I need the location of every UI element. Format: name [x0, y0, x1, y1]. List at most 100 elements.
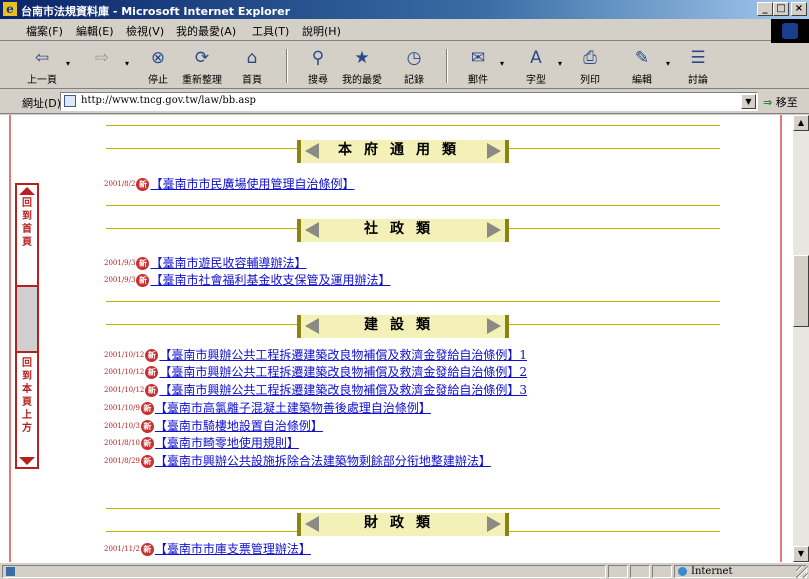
new-badge-icon: 新	[136, 177, 150, 191]
go-button[interactable]: ⇒ 移至	[763, 94, 798, 110]
stop-button[interactable]: ⊗ 停止	[136, 46, 180, 86]
print-button[interactable]: ⎙ 列印	[568, 46, 612, 86]
entry-date: 2001/10/12	[104, 368, 145, 376]
forward-dropdown[interactable]: ▾	[125, 59, 129, 68]
menu-view[interactable]: 檢視(V)	[126, 23, 164, 39]
law-entry[interactable]: 2001/9/3 新【臺南市遊民收容輔導辦法】	[104, 256, 306, 272]
new-badge-icon: 新	[136, 256, 150, 270]
menu-tools[interactable]: 工具(T)	[252, 23, 289, 39]
refresh-icon: ⟳	[194, 48, 210, 68]
entry-date: 2001/8/2	[104, 180, 136, 188]
toolbar-separator	[446, 49, 448, 83]
history-label: 記錄	[404, 75, 424, 86]
edit-icon: ✎	[634, 48, 650, 68]
scroll-thumb[interactable]	[793, 255, 809, 327]
law-entry[interactable]: 2001/9/3 新【臺南市社會福利基金收支保管及運用辦法】	[104, 273, 390, 289]
law-link[interactable]: 【臺南市高氯離子混凝土建築物善後處理自治條例】	[155, 401, 431, 415]
law-entry[interactable]: 2001/10/9 新【臺南市高氯離子混凝土建築物善後處理自治條例】	[104, 401, 431, 417]
minimize-button[interactable]: _	[757, 2, 773, 16]
mail-dropdown[interactable]: ▾	[500, 59, 504, 68]
search-button[interactable]: ⚲ 搜尋	[296, 46, 340, 86]
law-entry[interactable]: 2001/8/29 新【臺南市興辦公共設施拆除合法建築物剩餘部分衔地整建辦法】	[104, 454, 491, 470]
new-badge-icon: 新	[145, 348, 159, 362]
law-link[interactable]: 【臺南市興辦公共工程拆遷建築改良物補償及救濟金發給自治條例】1	[159, 348, 527, 362]
section-rule-top	[106, 301, 720, 302]
law-entry[interactable]: 2001/10/3 新【臺南市騎樓地設置自治條例】	[104, 419, 323, 435]
vertical-scrollbar[interactable]: ▲ ▼	[793, 115, 809, 562]
favorites-button[interactable]: ★ 我的最愛	[340, 46, 384, 86]
section-banner: 財政類	[297, 513, 509, 536]
resize-grip[interactable]	[796, 566, 808, 578]
font-button[interactable]: A 字型	[514, 46, 558, 86]
right-arrow-icon	[487, 516, 501, 532]
favorites-icon: ★	[354, 48, 370, 68]
page-border-right	[780, 115, 782, 562]
back-dropdown[interactable]: ▾	[66, 59, 70, 68]
discuss-button[interactable]: ☰ 討論	[676, 46, 720, 86]
security-zone-pane: Internet	[674, 565, 807, 578]
mail-button[interactable]: ✉ 郵件	[456, 46, 500, 86]
printer-icon: ⎙	[583, 48, 597, 68]
home-label: 首頁	[242, 75, 262, 86]
law-entry[interactable]: 2001/8/10 新【臺南市畸零地使用規則】	[104, 436, 299, 452]
window-title: 台南市法規資料庫 - Microsoft Internet Explorer	[21, 5, 290, 18]
address-input[interactable]: http://www.tncg.gov.tw/law/bb.asp ▼	[60, 92, 758, 111]
entry-date: 2001/8/10	[104, 439, 140, 447]
section-banner: 建設類	[297, 315, 509, 338]
edit-button[interactable]: ✎ 編輯	[620, 46, 664, 86]
law-link[interactable]: 【臺南市畸零地使用規則】	[155, 436, 299, 450]
entry-date: 2001/10/12	[104, 386, 145, 394]
back-button[interactable]: ⇦ 上一頁	[20, 46, 64, 86]
law-entry[interactable]: 2001/11/2 新【臺南市市庫支票管理辦法】	[104, 542, 311, 558]
left-arrow-icon	[305, 222, 319, 238]
law-link[interactable]: 【臺南市騎樓地設置自治條例】	[155, 419, 323, 433]
refresh-button[interactable]: ⟳ 重新整理	[180, 46, 224, 86]
edit-label: 編輯	[632, 75, 652, 86]
zone-label: Internet	[691, 566, 733, 577]
left-arrow-icon	[305, 516, 319, 532]
history-icon: ◷	[406, 48, 422, 68]
home-button[interactable]: ⌂ 首頁	[230, 46, 274, 86]
menu-edit[interactable]: 編輯(E)	[76, 23, 114, 39]
back-to-top-button[interactable]: 回到本頁上方	[15, 351, 39, 469]
edit-dropdown[interactable]: ▾	[666, 59, 670, 68]
new-badge-icon: 新	[140, 542, 154, 556]
law-link[interactable]: 【臺南市興辦公共工程拆遷建築改良物補償及救濟金發給自治條例】2	[159, 365, 527, 379]
law-link[interactable]: 【臺南市興辦公共工程拆遷建築改良物補償及救濟金發給自治條例】3	[159, 383, 527, 397]
law-entry[interactable]: 2001/8/2 新【臺南市市民廣場使用管理自治條例】	[104, 177, 354, 193]
font-dropdown[interactable]: ▾	[558, 59, 562, 68]
law-entry[interactable]: 2001/10/12 新【臺南市興辦公共工程拆遷建築改良物補償及救濟金發給自治條例…	[104, 365, 527, 381]
law-link[interactable]: 【臺南市社會福利基金收支保管及運用辦法】	[150, 273, 390, 287]
history-button[interactable]: ◷ 記錄	[392, 46, 436, 86]
address-dropdown-button[interactable]: ▼	[741, 94, 756, 109]
scroll-up-button[interactable]: ▲	[793, 115, 809, 131]
section-title: 建設類	[364, 317, 442, 333]
right-arrow-icon	[487, 143, 501, 159]
back-label: 上一頁	[27, 75, 57, 86]
ie-throbber	[771, 19, 809, 43]
close-button[interactable]: ×	[791, 2, 807, 16]
address-bar: 網址(D) http://www.tncg.gov.tw/law/bb.asp …	[0, 90, 809, 114]
menu-help[interactable]: 說明(H)	[302, 23, 341, 39]
law-link[interactable]: 【臺南市市民廣場使用管理自治條例】	[150, 177, 354, 191]
back-to-home-button[interactable]: 回到首頁	[15, 183, 39, 287]
law-link[interactable]: 【臺南市興辦公共設施拆除合法建築物剩餘部分衔地整建辦法】	[155, 454, 491, 468]
windows-logo-icon	[782, 23, 798, 39]
law-link[interactable]: 【臺南市遊民收容輔導辦法】	[150, 256, 306, 270]
down-triangle-icon	[19, 457, 35, 465]
scroll-down-button[interactable]: ▼	[793, 546, 809, 562]
section-title: 社政類	[364, 221, 442, 237]
entry-date: 2001/10/12	[104, 351, 145, 359]
toolbar-separator	[286, 49, 288, 83]
right-arrow-icon	[487, 318, 501, 334]
law-entry[interactable]: 2001/10/12 新【臺南市興辦公共工程拆遷建築改良物補償及救濟金發給自治條例…	[104, 348, 527, 364]
status-text-pane	[2, 565, 606, 578]
law-link[interactable]: 【臺南市市庫支票管理辦法】	[155, 542, 311, 556]
forward-button[interactable]: ⇨	[80, 46, 124, 86]
menu-favorites[interactable]: 我的最愛(A)	[176, 23, 236, 39]
maximize-button[interactable]: □	[773, 2, 789, 16]
law-entry[interactable]: 2001/10/12 新【臺南市興辦公共工程拆遷建築改良物補償及救濟金發給自治條例…	[104, 383, 527, 399]
menu-file[interactable]: 檔案(F)	[26, 23, 63, 39]
page-status-icon	[6, 567, 15, 576]
go-label: 移至	[775, 96, 798, 109]
